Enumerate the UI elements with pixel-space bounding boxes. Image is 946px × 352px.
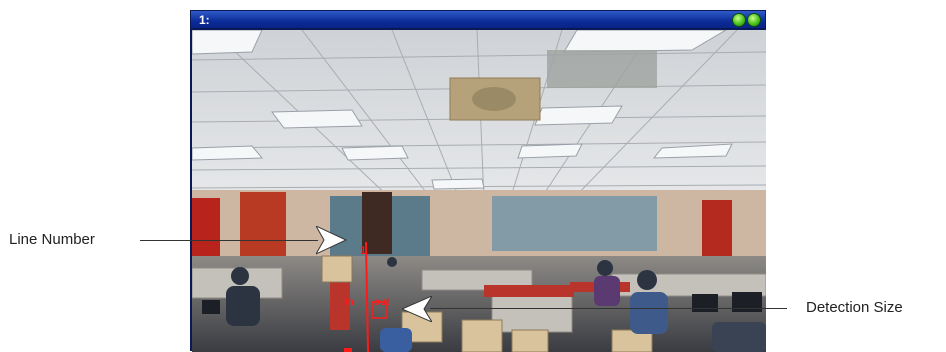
minimize-icon[interactable] <box>733 14 745 26</box>
camera-title: 1: <box>199 13 210 27</box>
line-number-marker: 1 <box>360 245 366 257</box>
close-icon[interactable] <box>748 14 760 26</box>
direction-in-label: in <box>345 297 354 308</box>
line-number-callout: Line Number <box>9 231 95 248</box>
line-number-callout-line <box>140 240 318 241</box>
camera-window: 1: 1 in out <box>190 10 766 352</box>
detection-size-callout-line <box>430 308 787 309</box>
detection-size-arrow-icon <box>402 296 432 322</box>
camera-titlebar: 1: <box>191 11 765 29</box>
detection-size-callout: Detection Size <box>806 299 903 316</box>
direction-out-label: out <box>374 297 390 308</box>
video-feed[interactable]: 1 in out <box>192 30 766 352</box>
line-number-arrow-icon <box>316 226 348 255</box>
